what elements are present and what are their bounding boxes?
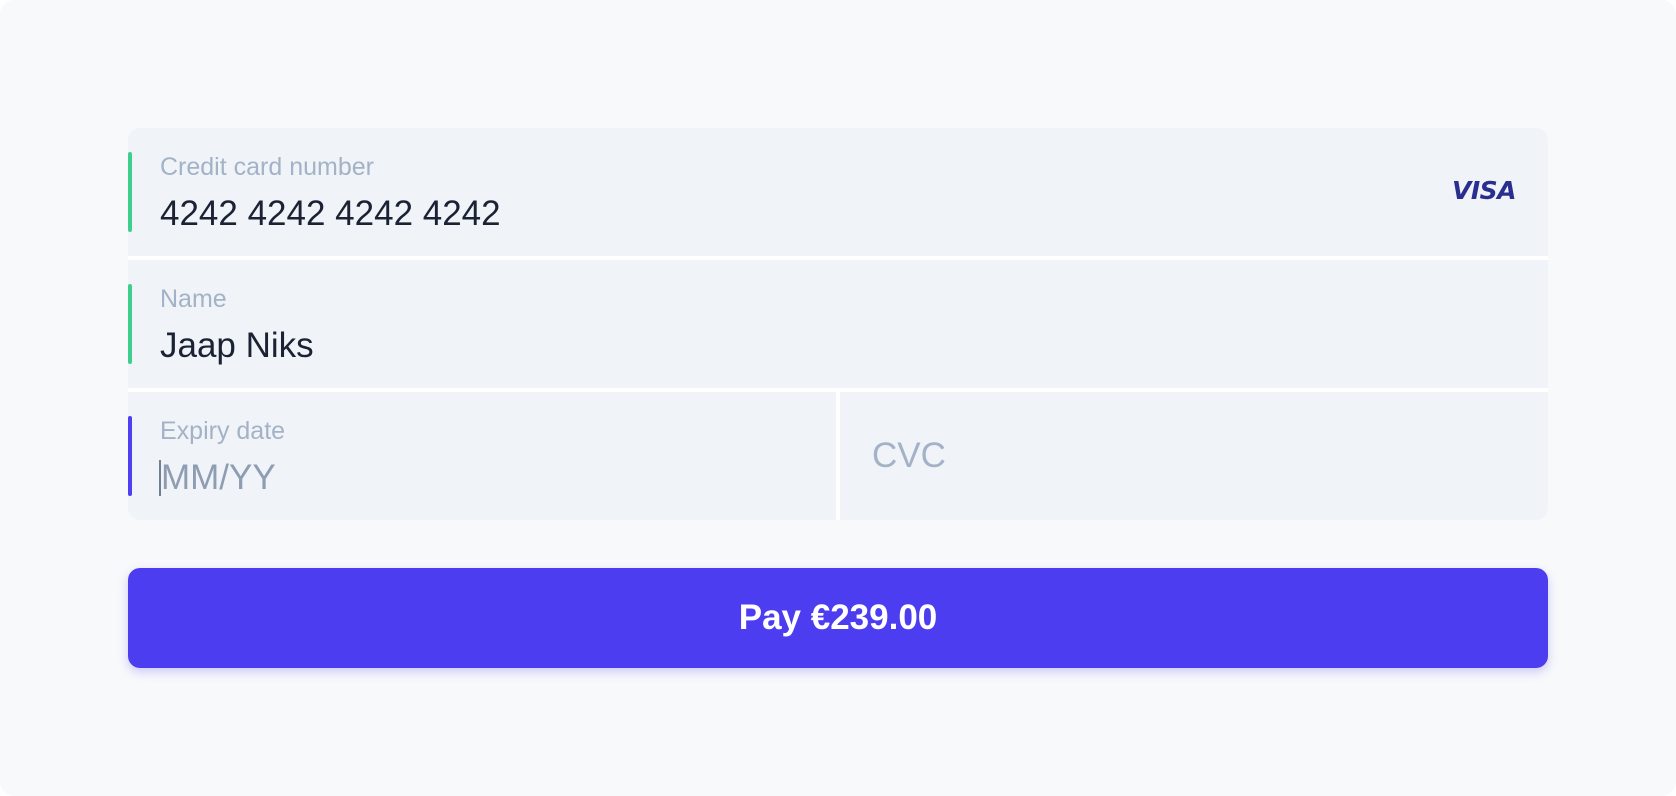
- cvc-field[interactable]: CVC: [840, 392, 1548, 520]
- valid-indicator: [128, 284, 132, 364]
- focus-indicator: [128, 416, 132, 496]
- valid-indicator: [128, 152, 132, 232]
- cvc-placeholder[interactable]: CVC: [872, 436, 946, 476]
- visa-logo-icon: VISA: [1451, 176, 1517, 205]
- expiry-date-field[interactable]: Expiry date MM/YY: [128, 392, 836, 520]
- card-number-field[interactable]: Credit card number 4242 4242 4242 4242 V…: [128, 128, 1548, 256]
- checkout-panel: Credit card number 4242 4242 4242 4242 V…: [0, 0, 1676, 796]
- pay-button[interactable]: Pay €239.00: [128, 568, 1548, 668]
- name-field[interactable]: Name Jaap Niks: [128, 260, 1548, 388]
- name-value[interactable]: Jaap Niks: [160, 326, 314, 366]
- expiry-date-label: Expiry date: [160, 417, 286, 445]
- card-number-value[interactable]: 4242 4242 4242 4242: [160, 194, 501, 234]
- payment-form: Credit card number 4242 4242 4242 4242 V…: [128, 128, 1548, 668]
- card-number-label: Credit card number: [160, 153, 374, 181]
- name-label: Name: [160, 285, 227, 313]
- expiry-date-placeholder[interactable]: MM/YY: [161, 458, 276, 498]
- expiry-cvc-row: Expiry date MM/YY CVC: [128, 392, 1548, 520]
- card-fields-group: Credit card number 4242 4242 4242 4242 V…: [128, 128, 1548, 520]
